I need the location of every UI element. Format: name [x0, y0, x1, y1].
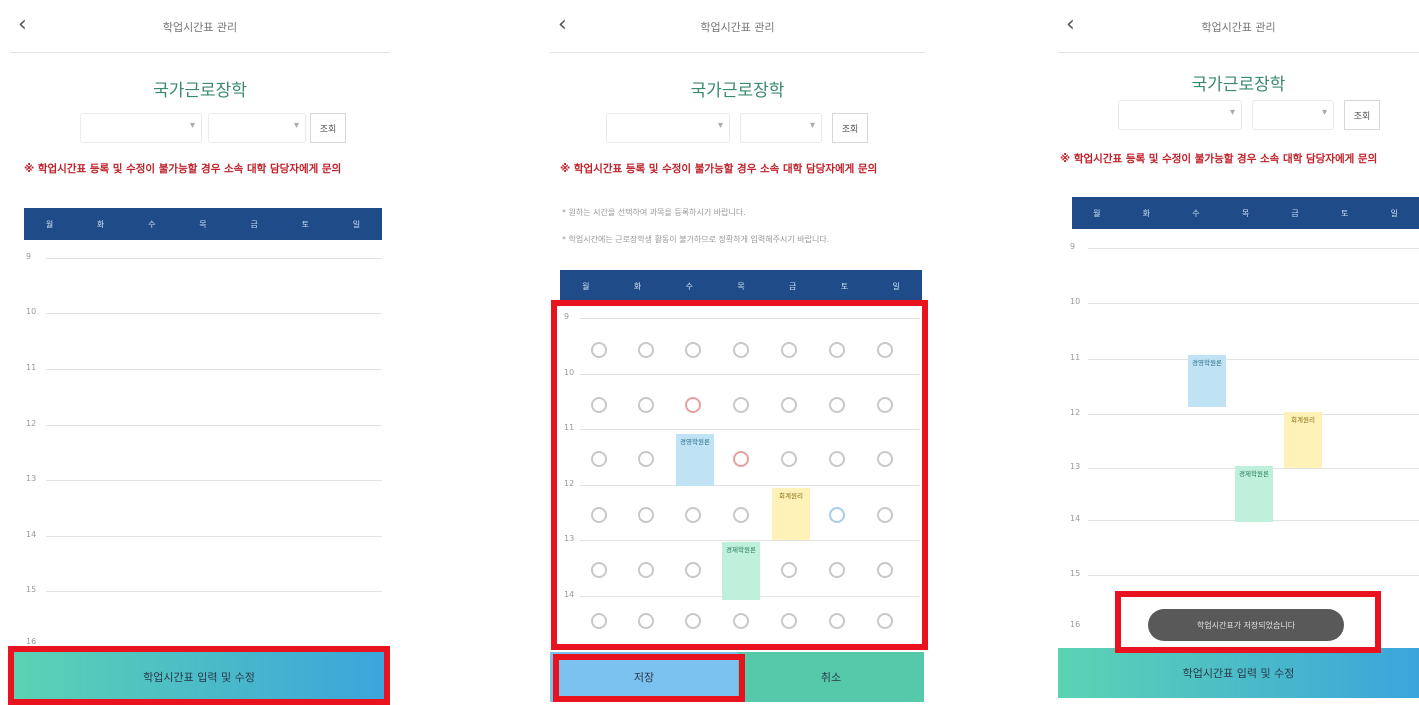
- day-label: 토: [840, 281, 849, 291]
- page-title: 국가근로장학: [1191, 75, 1286, 95]
- day-label: 월: [1093, 208, 1101, 218]
- hour-label: 13: [1070, 462, 1081, 471]
- notice-text: ※ 학업시간표 등록 및 수정이 불가능할 경우 소속 대학 담당자에게 문의: [1060, 153, 1378, 165]
- course-block[interactable]: 경영학원론: [1188, 355, 1226, 407]
- app-header: ‹ 학업시간표 관리: [1058, 0, 1419, 53]
- year-select[interactable]: ▾: [1118, 100, 1242, 130]
- hour-label: 14: [1070, 514, 1081, 523]
- filter-row: ▾ ▾ 조회: [606, 113, 876, 143]
- day-label: 화: [1142, 208, 1151, 218]
- hour-line: [1088, 303, 1419, 304]
- notice-text: ※ 학업시간표 등록 및 수정이 불가능할 경우 소속 대학 담당자에게 문의: [24, 163, 342, 175]
- day-label: 화: [633, 281, 642, 291]
- day-label: 수: [685, 281, 693, 291]
- semester-select[interactable]: ▾: [740, 113, 822, 143]
- edit-schedule-button[interactable]: 학업시간표 입력 및 수정: [1058, 648, 1419, 698]
- day-label: 화: [97, 219, 105, 229]
- day-header: 월 화 수 목 금 토 일: [560, 270, 922, 302]
- chevron-down-icon: ▾: [809, 120, 815, 131]
- header-title: 학업시간표 관리: [700, 21, 775, 34]
- chevron-down-icon: ▾: [1321, 107, 1327, 118]
- semester-select[interactable]: ▾: [1252, 100, 1334, 130]
- hour-line: [46, 313, 382, 314]
- day-label: 일: [352, 219, 361, 229]
- hour-line: [46, 591, 382, 592]
- hour-label: 16: [1070, 620, 1081, 629]
- page-title: 국가근로장학: [153, 81, 247, 101]
- day-label: 토: [1340, 208, 1349, 218]
- highlight-box: [1115, 591, 1381, 653]
- search-button[interactable]: 조회: [310, 113, 346, 143]
- hour-label: 9: [1070, 242, 1076, 251]
- hour-line: [1088, 359, 1419, 360]
- year-select[interactable]: ▾: [80, 113, 202, 143]
- course-block[interactable]: 회계원리: [1284, 412, 1322, 468]
- day-label: 일: [1390, 208, 1398, 218]
- day-label: 목: [737, 281, 745, 291]
- filter-row: ▾ ▾ 조회: [80, 113, 350, 143]
- chevron-down-icon: ▾: [1229, 107, 1235, 118]
- day-header: 월 화 수 목 금 토 일: [1072, 197, 1419, 229]
- day-label: 목: [1241, 208, 1250, 218]
- filter-row: ▾ ▾ 조회: [1118, 100, 1388, 130]
- hour-label: 14: [26, 530, 37, 539]
- hour-line: [1088, 575, 1419, 576]
- hour-line: [46, 369, 382, 370]
- hour-label: 11: [26, 363, 37, 372]
- hour-label: 10: [1070, 297, 1081, 306]
- chevron-down-icon: ▾: [189, 120, 195, 131]
- app-header: ‹ 학업시간표 관리: [550, 0, 925, 53]
- hour-line: [46, 480, 382, 481]
- day-label: 목: [199, 219, 207, 229]
- app-header: ‹ 학업시간표 관리: [10, 0, 390, 53]
- hour-label: 15: [1070, 569, 1081, 578]
- guide-note: * 학업시간에는 근로장학생 활동이 불가하므로 정확하게 입력해주시기 바랍니…: [562, 235, 830, 244]
- semester-select[interactable]: ▾: [208, 113, 306, 143]
- day-label: 수: [1192, 208, 1200, 218]
- hour-label: 12: [26, 419, 37, 428]
- day-label: 금: [1291, 208, 1299, 218]
- page-title: 국가근로장학: [690, 81, 785, 101]
- hour-label: 13: [26, 474, 37, 483]
- notice-text: ※ 학업시간표 등록 및 수정이 불가능할 경우 소속 대학 담당자에게 문의: [560, 163, 878, 175]
- hour-label: 9: [26, 252, 32, 261]
- header-title: 학업시간표 관리: [162, 21, 238, 34]
- hour-label: 10: [26, 307, 37, 316]
- highlight-box: [8, 646, 390, 705]
- day-label: 월: [582, 281, 590, 291]
- guide-note: * 원하는 시간을 선택하여 과목을 등록하시기 바랍니다.: [562, 208, 746, 217]
- day-label: 수: [148, 219, 156, 229]
- year-select[interactable]: ▾: [606, 113, 730, 143]
- hour-line: [46, 258, 382, 259]
- header-title: 학업시간표 관리: [1201, 21, 1276, 34]
- day-label: 토: [301, 219, 309, 229]
- chevron-down-icon: ▾: [717, 120, 723, 131]
- hour-label: 16: [26, 637, 37, 646]
- hour-label: 15: [26, 585, 37, 594]
- search-button[interactable]: 조회: [832, 113, 868, 143]
- day-label: 금: [789, 281, 797, 291]
- hour-line: [46, 536, 382, 537]
- course-block[interactable]: 경제학원론: [1235, 466, 1273, 522]
- chevron-down-icon: ▾: [293, 120, 299, 131]
- search-button[interactable]: 조회: [1344, 100, 1380, 130]
- hour-label: 11: [1070, 353, 1081, 362]
- day-label: 월: [45, 219, 54, 229]
- schedule-panel-empty: ‹ 학업시간표 관리 국가근로장학 ▾ ▾ 조회 ※ 학업시간표 등록 및 수정…: [10, 0, 390, 705]
- hour-label: 12: [1070, 408, 1081, 417]
- day-header: 월 화 수 목 금 토 일: [24, 208, 382, 240]
- day-label: 금: [250, 219, 258, 229]
- day-label: 일: [892, 281, 900, 291]
- hour-line: [1088, 414, 1419, 415]
- hour-line: [46, 425, 382, 426]
- highlight-box: [551, 300, 928, 650]
- hour-line: [1088, 248, 1419, 249]
- highlight-box: [553, 654, 745, 702]
- cancel-button[interactable]: 취소: [738, 652, 924, 702]
